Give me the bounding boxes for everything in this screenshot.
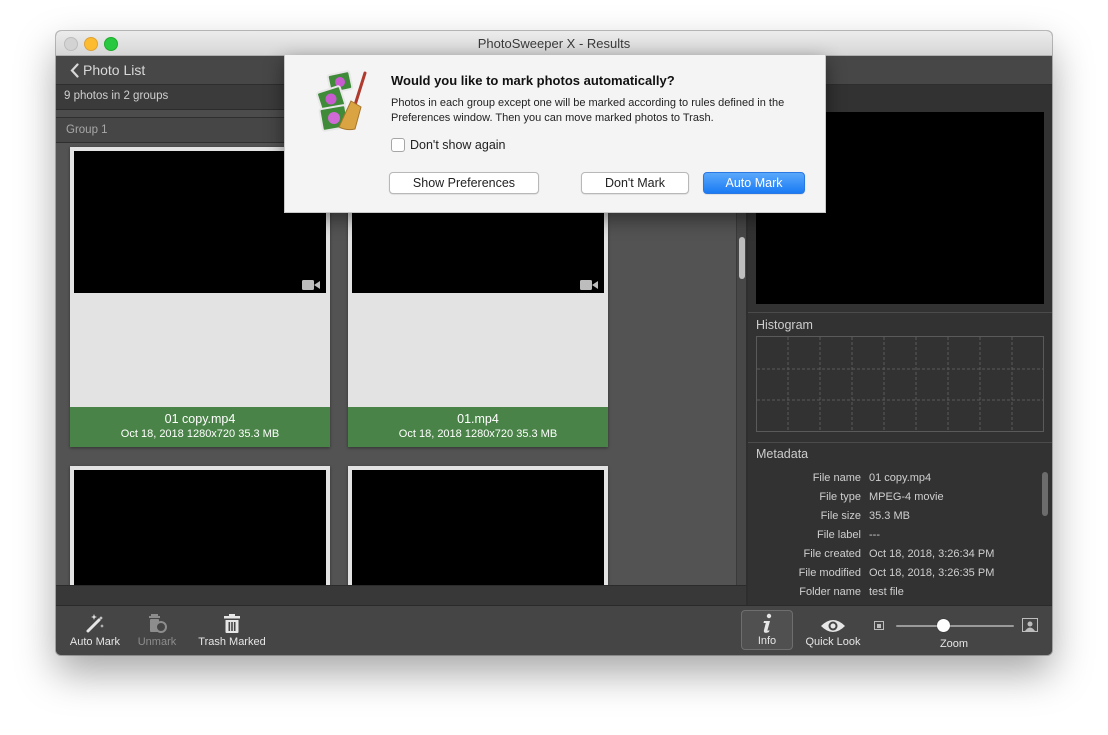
title-bar: PhotoSweeper X - Results [56, 31, 1052, 56]
info-icon [763, 613, 772, 633]
photo-card[interactable] [348, 466, 608, 585]
auto-mark-button[interactable]: Auto Mark [64, 606, 126, 655]
metadata-row: File size 35.3 MB [748, 510, 1038, 529]
metadata-row: Folder name test file [748, 586, 1038, 600]
metadata-row: File name 01 copy.mp4 [748, 472, 1038, 491]
histogram-title: Histogram [756, 318, 813, 332]
metadata-row: File created Oct 18, 2018, 3:26:34 PM [748, 548, 1038, 567]
metadata-row: File type MPEG-4 movie [748, 491, 1038, 510]
group-title: Group 1 [66, 124, 108, 136]
dont-mark-button[interactable]: Don't Mark [581, 172, 689, 194]
photo-card[interactable] [70, 466, 330, 585]
metadata-key: File label [816, 529, 861, 541]
auto-mark-confirm-button[interactable]: Auto Mark [703, 172, 805, 194]
histogram-chart [756, 336, 1044, 432]
metadata-row: File modified Oct 18, 2018, 3:26:35 PM [748, 567, 1038, 586]
zoom-control: Zoom [874, 612, 1038, 652]
dialog-message: Photos in each group except one will be … [391, 97, 785, 124]
window-title: PhotoSweeper X - Results [477, 36, 631, 51]
metadata-row: File label --- [748, 529, 1038, 548]
large-thumbnail-icon[interactable] [1022, 618, 1038, 632]
trash-marked-label: Trash Marked [198, 636, 266, 648]
grid-scroll-thumb[interactable] [739, 237, 745, 279]
marked-label: 01 copy.mp4 Oct 18, 2018 1280x720 35.3 M… [70, 407, 330, 447]
metadata-value: Oct 18, 2018, 3:26:34 PM [869, 548, 995, 560]
metadata-value: --- [869, 529, 880, 541]
auto-mark-label: Auto Mark [69, 636, 121, 648]
chevron-left-icon [70, 62, 79, 78]
file-name: 01.mp4 [457, 412, 499, 426]
metadata-key: File size [820, 510, 861, 522]
metadata-key: File type [819, 491, 861, 503]
auto-mark-dialog: Would you like to mark photos automatica… [284, 55, 826, 213]
zoom-slider-knob[interactable] [936, 619, 950, 632]
video-camera-icon [302, 280, 320, 290]
marked-label: 01.mp4 Oct 18, 2018 1280x720 35.3 MB [348, 407, 608, 447]
file-name: 01 copy.mp4 [164, 412, 236, 426]
show-preferences-button[interactable]: Show Preferences [389, 172, 539, 194]
bottom-toolbar: Auto Mark Unmark Trash Marked Info Quick… [56, 605, 1052, 655]
divider [748, 442, 1052, 443]
video-thumbnail [74, 470, 326, 585]
metadata-key: File created [803, 548, 861, 560]
unmark-label: Unmark [137, 636, 177, 648]
file-info: Oct 18, 2018 1280x720 35.3 MB [120, 428, 280, 440]
info-label: Info [757, 635, 777, 647]
checkbox-label: Don't show again [410, 138, 506, 152]
trash-marked-button[interactable]: Trash Marked [190, 606, 274, 655]
metadata-value: MPEG-4 movie [869, 491, 944, 503]
unmark-trash-icon [149, 614, 167, 633]
small-thumbnail-icon[interactable] [874, 621, 884, 630]
metadata-value: 01 copy.mp4 [869, 472, 932, 484]
metadata-title: Metadata [756, 447, 809, 461]
photosweeper-app-icon [316, 70, 367, 132]
divider [748, 312, 1052, 313]
metadata-key: Folder name [799, 586, 861, 598]
checkbox-box[interactable] [391, 138, 405, 152]
video-camera-icon [580, 280, 598, 290]
metadata-scroll-thumb[interactable] [1042, 472, 1048, 516]
metadata-key: File modified [798, 567, 861, 579]
back-to-photo-list-button[interactable]: Photo List [70, 62, 145, 78]
magic-wand-icon [86, 614, 104, 633]
dont-show-again-checkbox[interactable]: Don't show again [391, 138, 506, 152]
file-info: Oct 18, 2018 1280x720 35.3 MB [398, 428, 558, 440]
unmark-button[interactable]: Unmark [132, 606, 182, 655]
metadata-value: Oct 18, 2018, 3:26:35 PM [869, 567, 995, 579]
info-button[interactable]: Info [741, 610, 793, 650]
zoom-slider-track[interactable] [896, 625, 1014, 627]
trash-icon [224, 614, 240, 633]
results-count: 9 photos in 2 groups [64, 90, 169, 102]
back-label: Photo List [83, 62, 146, 78]
video-thumbnail [352, 470, 604, 585]
quick-look-button[interactable]: Quick Look [800, 606, 866, 655]
metadata-value: test file [869, 586, 904, 598]
metadata-key: File name [812, 472, 861, 484]
quick-look-label: Quick Look [805, 636, 861, 648]
dialog-title: Would you like to mark photos automatica… [391, 73, 675, 88]
metadata-value: 35.3 MB [869, 510, 910, 522]
eye-icon [821, 620, 845, 632]
zoom-label: Zoom [939, 638, 969, 650]
grid-status-bar [56, 585, 746, 606]
metadata-list: File name 01 copy.mp4 File type MPEG-4 mov… [748, 472, 1052, 600]
